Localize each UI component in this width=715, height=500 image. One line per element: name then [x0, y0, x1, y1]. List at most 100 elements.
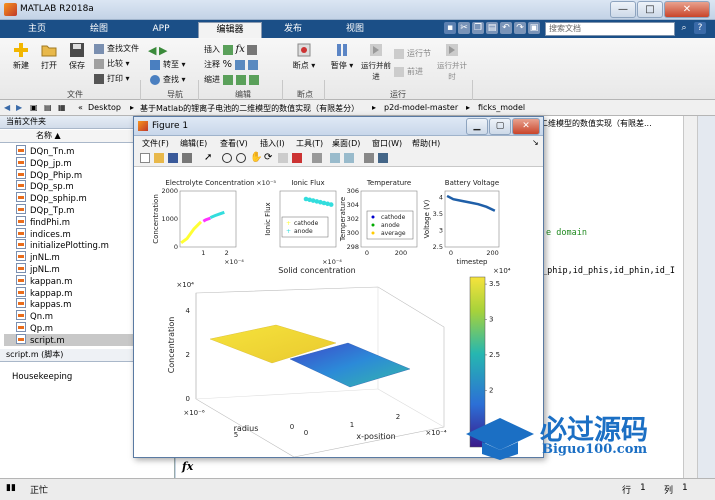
- folder-nav-icon[interactable]: ▦: [58, 103, 66, 112]
- breakpoints-button[interactable]: 断点 ▾: [288, 42, 320, 71]
- new-plus-icon: [14, 43, 28, 57]
- figure-title-bar[interactable]: Figure 1 ▁ ▢ ✕: [134, 117, 543, 136]
- y-axis-label: Ionic Flux: [264, 202, 272, 235]
- search-input[interactable]: 搜索文档: [545, 22, 675, 36]
- breadcrumb-project[interactable]: 基于Matlab的锂离子电池的二维模型的数值实现（有限差分）: [140, 103, 359, 114]
- zoom-out-icon[interactable]: [236, 153, 246, 163]
- menu-insert[interactable]: 插入(I): [260, 138, 285, 149]
- search-icon[interactable]: ⌕: [678, 22, 690, 34]
- menu-desktop[interactable]: 桌面(D): [332, 138, 360, 149]
- command-fx-label: fx: [182, 460, 194, 473]
- back-icon[interactable]: ◀: [4, 103, 10, 112]
- m-file-icon: [16, 215, 26, 226]
- comment-button[interactable]: 注释 %: [204, 59, 261, 70]
- insert-legend-icon[interactable]: [344, 153, 354, 163]
- tab-view[interactable]: 视图: [326, 22, 384, 38]
- tab-home[interactable]: 主页: [8, 22, 66, 38]
- new-figure-icon[interactable]: [140, 153, 150, 163]
- tab-publish[interactable]: 发布: [264, 22, 322, 38]
- menu-view[interactable]: 查看(V): [220, 138, 248, 149]
- pointer-icon[interactable]: ➚: [204, 153, 214, 163]
- insert-colorbar-icon[interactable]: [330, 153, 340, 163]
- m-file-icon: [16, 298, 26, 309]
- pan-icon[interactable]: ✋: [250, 153, 262, 163]
- brush-icon[interactable]: [292, 153, 302, 163]
- maximize-button[interactable]: □: [637, 1, 663, 18]
- advance-button[interactable]: 前进: [394, 66, 423, 77]
- folder-up-icon[interactable]: ▣: [30, 103, 38, 112]
- group-label-breakpoints: 断点: [297, 90, 313, 99]
- tab-editor[interactable]: 编辑器: [198, 22, 262, 38]
- data-cursor-icon[interactable]: [278, 153, 288, 163]
- m-file-icon: [16, 156, 26, 167]
- save-button[interactable]: 保存: [64, 42, 90, 71]
- menu-edit[interactable]: 编辑(E): [180, 138, 207, 149]
- figure-maximize-button[interactable]: ▢: [489, 118, 511, 135]
- sort-ascending-icon: ▲: [54, 131, 61, 140]
- switch-windows-icon[interactable]: ▣: [528, 22, 540, 34]
- menu-help[interactable]: 帮助(H): [412, 138, 440, 149]
- m-file-icon: [16, 180, 26, 191]
- menu-dock-icon[interactable]: ↘: [532, 138, 539, 147]
- indent-button[interactable]: 缩进: [204, 74, 262, 85]
- breadcrumb-repo[interactable]: p2d-model-master: [384, 103, 458, 112]
- minimize-button[interactable]: —: [610, 1, 636, 18]
- menu-window[interactable]: 窗口(W): [372, 138, 402, 149]
- link-plot-icon[interactable]: [312, 153, 322, 163]
- file-name: kappas.m: [30, 300, 72, 311]
- figure-minimize-button[interactable]: ▁: [466, 118, 488, 135]
- open-figure-icon[interactable]: [154, 153, 164, 163]
- new-button[interactable]: 新建: [8, 42, 34, 71]
- cut-quick-icon[interactable]: ✂: [458, 22, 470, 34]
- x-tick-label: 200: [395, 249, 407, 257]
- insert-button[interactable]: 插入 fx: [204, 44, 260, 55]
- legend-entry: cathode: [294, 220, 319, 227]
- x-tick-label: 0: [365, 249, 369, 257]
- figure-menu-bar: 文件(F) 编辑(E) 查看(V) 插入(I) 工具(T) 桌面(D) 窗口(W…: [134, 136, 543, 150]
- find-files-button[interactable]: 查找文件: [94, 43, 139, 54]
- find-button[interactable]: 查找 ▾: [150, 74, 186, 85]
- forward-icon[interactable]: ▶: [16, 103, 22, 112]
- menu-file[interactable]: 文件(F): [142, 138, 169, 149]
- y-tick-label: 2.5: [433, 243, 443, 251]
- editor-tab-title[interactable]: 二维模型的数值实现（有限差...: [540, 118, 652, 129]
- compare-button[interactable]: 比较 ▾: [94, 58, 130, 69]
- run-section-button[interactable]: 运行节: [394, 48, 431, 59]
- y-tick-label: 4: [439, 194, 443, 202]
- run-advance-button[interactable]: 运行并前进: [360, 42, 392, 82]
- paste-quick-icon[interactable]: ▤: [486, 22, 498, 34]
- tab-apps[interactable]: APP: [132, 22, 190, 38]
- menu-tools[interactable]: 工具(T): [296, 138, 323, 149]
- zoom-in-icon[interactable]: [222, 153, 232, 163]
- help-icon[interactable]: ?: [694, 22, 706, 34]
- save-quick-icon[interactable]: ▪: [444, 22, 456, 34]
- print-figure-icon[interactable]: [182, 153, 192, 163]
- figure-close-button[interactable]: ✕: [512, 118, 540, 135]
- m-file-icon: [16, 168, 26, 179]
- run-time-button[interactable]: 运行并计时: [436, 42, 468, 82]
- colorbar-tick-label: 3.5: [489, 280, 500, 288]
- redo-quick-icon[interactable]: ↷: [514, 22, 526, 34]
- rotate-3d-icon[interactable]: ⟳: [264, 153, 274, 163]
- insert-function-icon: [247, 44, 258, 55]
- y-exponent-label: ×10⁻⁵: [256, 179, 276, 187]
- undo-quick-icon[interactable]: ↶: [500, 22, 512, 34]
- back-forward-nav[interactable]: ◀ ▶: [148, 44, 167, 57]
- save-figure-icon[interactable]: [168, 153, 178, 163]
- breadcrumb-desktop[interactable]: Desktop: [88, 103, 121, 112]
- hide-plot-tools-icon[interactable]: [364, 153, 374, 163]
- goto-button[interactable]: 转至 ▾: [150, 59, 186, 70]
- close-button[interactable]: ✕: [664, 1, 710, 18]
- y-tick-label: 298: [347, 243, 359, 251]
- group-label-run: 运行: [390, 90, 406, 99]
- show-plot-tools-icon[interactable]: [378, 153, 388, 163]
- breadcrumb-folder[interactable]: ficks_model: [478, 103, 525, 112]
- print-button[interactable]: 打印 ▾: [94, 73, 130, 84]
- browse-folder-icon[interactable]: ▤: [44, 103, 52, 112]
- open-button[interactable]: 打开: [36, 42, 62, 71]
- pause-button[interactable]: 暂停 ▾: [328, 42, 356, 71]
- copy-quick-icon[interactable]: ❐: [472, 22, 484, 34]
- smart-indent-icon: [222, 74, 233, 85]
- m-file-icon: [16, 145, 26, 155]
- tab-plots[interactable]: 绘图: [70, 22, 128, 38]
